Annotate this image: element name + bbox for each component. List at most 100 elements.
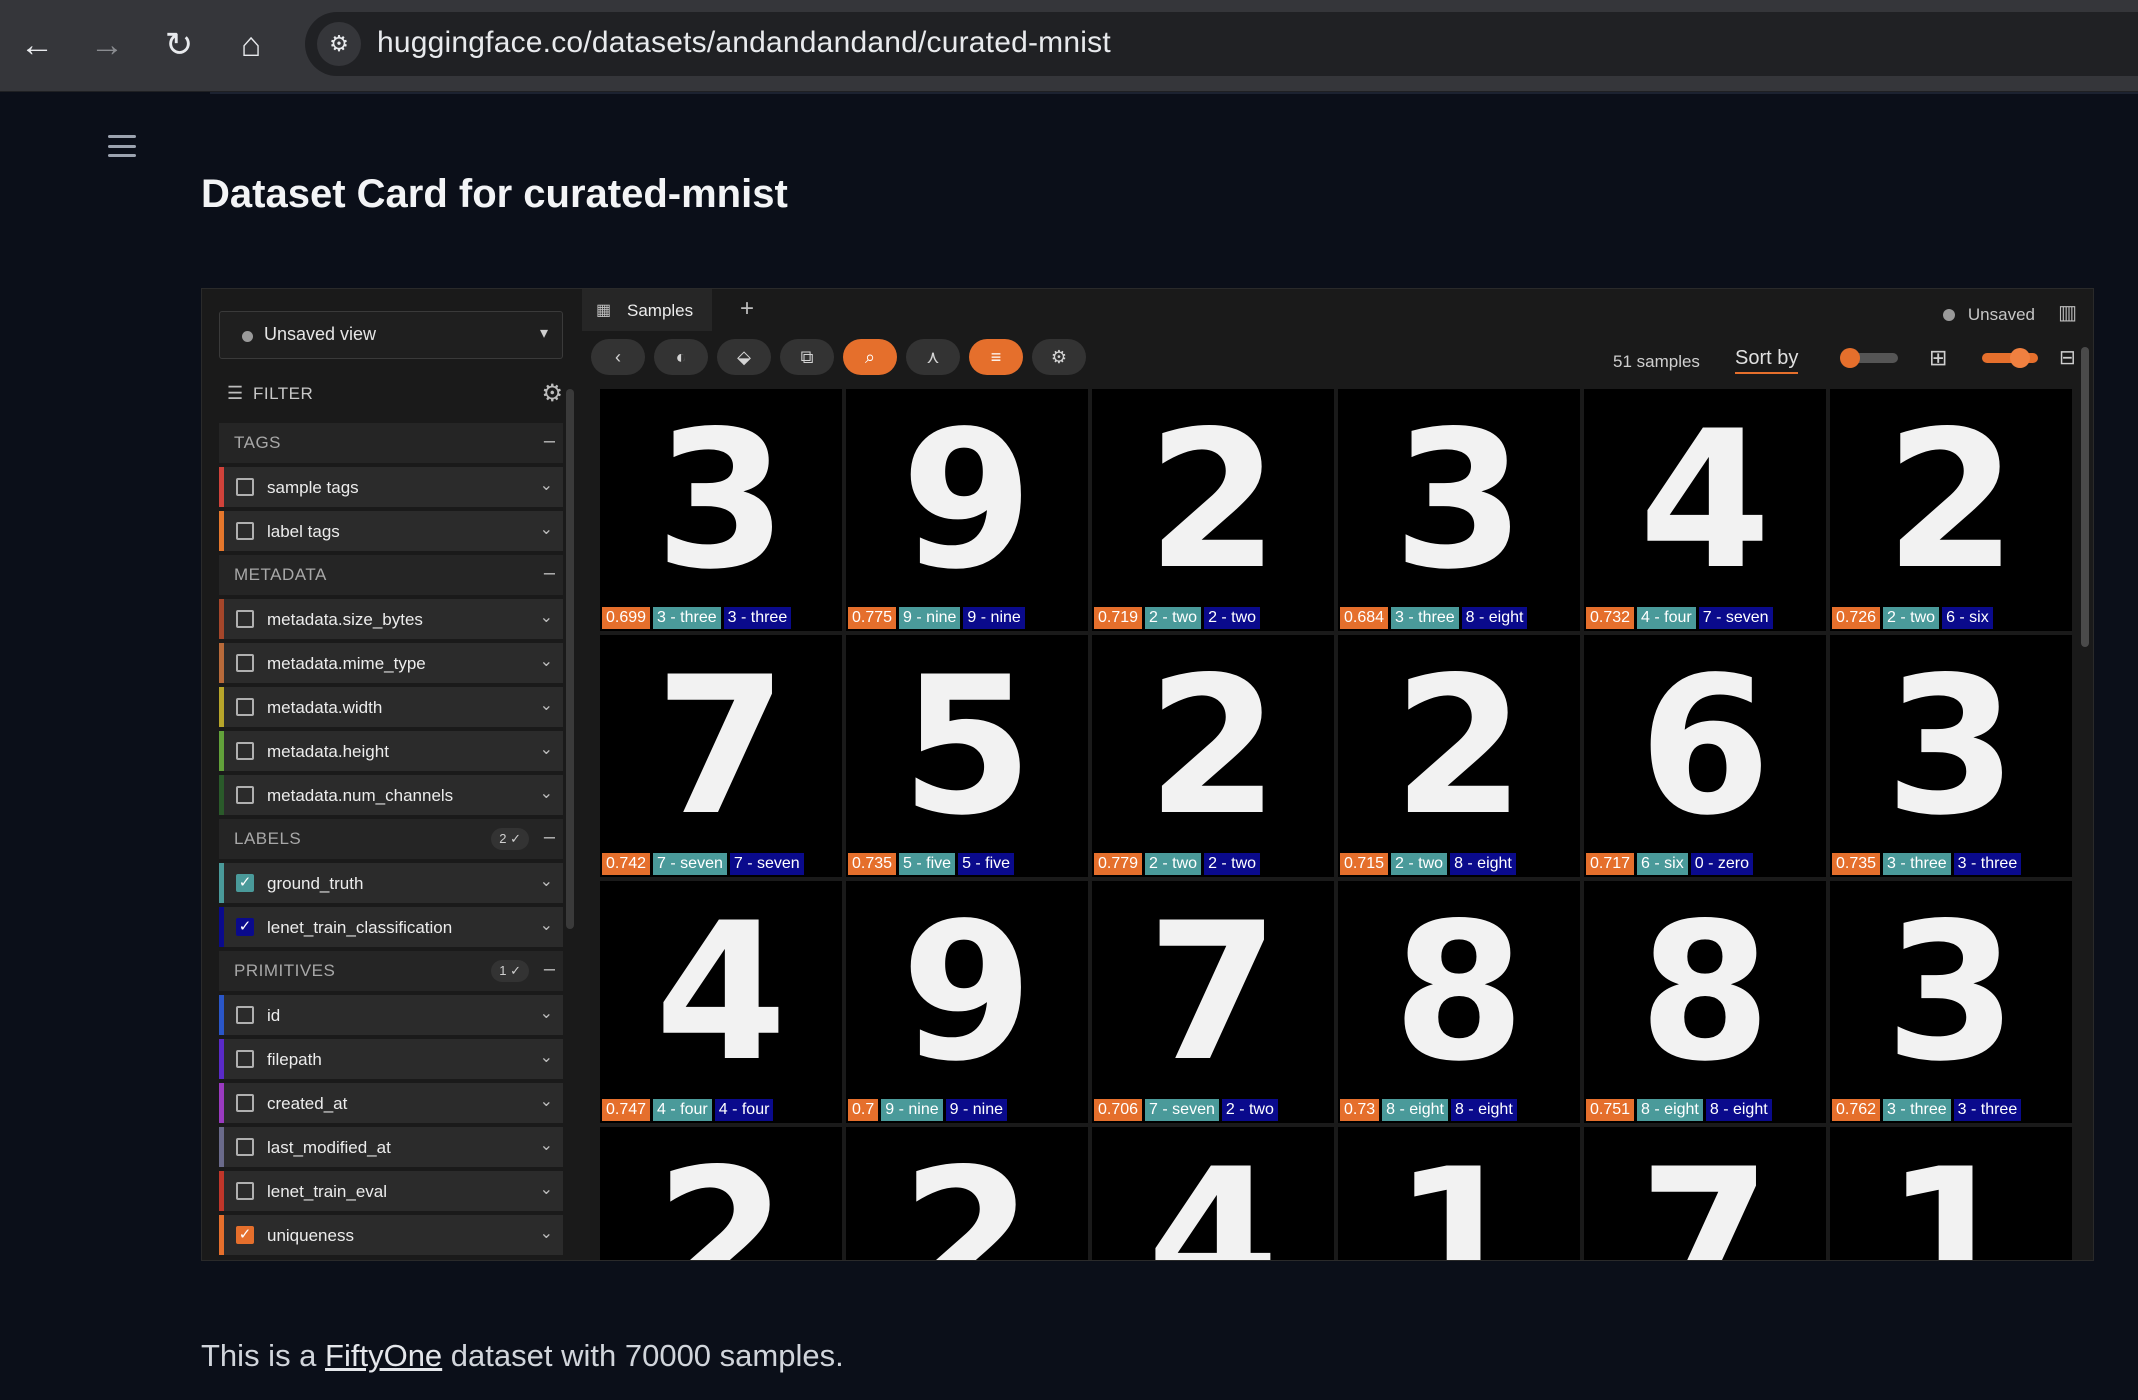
tab-samples[interactable]: ▦ Samples [582, 289, 712, 331]
checkbox[interactable] [236, 610, 254, 628]
chevron-down-icon[interactable]: ⌄ [540, 871, 553, 891]
search-icon[interactable]: ⌕ [843, 339, 897, 375]
chevron-down-icon[interactable]: ⌄ [540, 1223, 553, 1243]
chevron-down-icon[interactable]: ⌄ [540, 695, 553, 715]
checkbox[interactable] [236, 698, 254, 716]
home-icon[interactable]: ⌂ [226, 20, 276, 70]
sample-tile[interactable]: 1 [1830, 1127, 2072, 1260]
chevron-down-icon[interactable]: ⌄ [540, 783, 553, 803]
sample-tile[interactable]: 2 0.726 2 - two 6 - six [1830, 389, 2072, 631]
chevron-down-icon[interactable]: ⌄ [540, 1091, 553, 1111]
field-row[interactable]: ✓ uniqueness ⌄ [219, 1215, 563, 1255]
checkbox[interactable] [236, 1094, 254, 1112]
chevron-down-icon[interactable]: ⌄ [540, 1047, 553, 1067]
sample-tile[interactable]: 6 0.717 6 - six 0 - zero [1584, 635, 1826, 877]
chevron-down-icon[interactable]: ⌄ [540, 475, 553, 495]
checkbox-checked[interactable]: ✓ [236, 874, 254, 892]
field-row[interactable]: lenet_train_eval ⌄ [219, 1171, 563, 1211]
field-row[interactable]: created_at ⌄ [219, 1083, 563, 1123]
checkbox[interactable] [236, 1182, 254, 1200]
checkbox[interactable] [236, 742, 254, 760]
chevron-down-icon[interactable]: ⌄ [540, 651, 553, 671]
chevron-down-icon[interactable]: ⌄ [540, 1179, 553, 1199]
chevron-down-icon[interactable]: ⌄ [540, 1135, 553, 1155]
field-row[interactable]: filepath ⌄ [219, 1039, 563, 1079]
field-row[interactable]: sample tags ⌄ [219, 467, 563, 507]
field-row[interactable]: id ⌄ [219, 995, 563, 1035]
checkbox[interactable] [236, 786, 254, 804]
sample-tile[interactable]: 2 0.715 2 - two 8 - eight [1338, 635, 1580, 877]
checkbox-checked[interactable]: ✓ [236, 1226, 254, 1244]
url-text[interactable]: huggingface.co/datasets/andandandand/cur… [377, 26, 1111, 60]
sample-tile[interactable]: 7 0.742 7 - seven 7 - seven [600, 635, 842, 877]
sample-tile[interactable]: 9 0.7 9 - nine 9 - nine [846, 881, 1088, 1123]
sample-tile[interactable]: 7 [1584, 1127, 1826, 1260]
checkbox[interactable] [236, 1006, 254, 1024]
sample-tile[interactable]: 3 0.699 3 - three 3 - three [600, 389, 842, 631]
sample-tile[interactable]: 3 0.684 3 - three 8 - eight [1338, 389, 1580, 631]
sample-tile[interactable]: 9 0.775 9 - nine 9 - nine [846, 389, 1088, 631]
back-arrow-icon[interactable]: ‹ [591, 339, 645, 375]
field-row[interactable]: metadata.size_bytes ⌄ [219, 599, 563, 639]
sample-tile[interactable]: 8 0.73 8 - eight 8 - eight [1338, 881, 1580, 1123]
field-row[interactable]: ✓ ground_truth ⌄ [219, 863, 563, 903]
sample-tile[interactable]: 4 [1092, 1127, 1334, 1260]
list-icon[interactable]: ≡ [969, 339, 1023, 375]
checkbox-checked[interactable]: ✓ [236, 918, 254, 936]
grid-scrollbar[interactable] [2081, 347, 2089, 647]
sample-tile[interactable]: 2 [846, 1127, 1088, 1260]
gear-icon[interactable]: ⚙ [541, 379, 563, 408]
checkbox[interactable] [236, 1050, 254, 1068]
section-header[interactable]: METADATA – [219, 555, 563, 595]
collapse-icon[interactable]: – [544, 562, 555, 585]
tag-icon[interactable]: ⬙ [717, 339, 771, 375]
grid-view-icon[interactable]: ⊞ [1929, 345, 1947, 371]
sample-tile[interactable]: 4 0.732 4 - four 7 - seven [1584, 389, 1826, 631]
address-bar[interactable]: ⚙ huggingface.co/datasets/andandandand/c… [305, 12, 2138, 76]
chevron-down-icon[interactable]: ⌄ [540, 607, 553, 627]
chevron-down-icon[interactable]: ⌄ [540, 915, 553, 935]
back-icon[interactable]: ← [12, 20, 62, 70]
reload-icon[interactable]: ↻ [154, 20, 204, 70]
field-row[interactable]: metadata.height ⌄ [219, 731, 563, 771]
sample-tile[interactable]: 1 [1338, 1127, 1580, 1260]
chevron-down-icon[interactable]: ⌄ [540, 739, 553, 759]
section-header[interactable]: TAGS – [219, 423, 563, 463]
collapse-icon[interactable]: – [544, 958, 555, 981]
chevron-down-icon[interactable]: ⌄ [540, 1003, 553, 1023]
patches-icon[interactable]: ⧉ [780, 339, 834, 375]
section-header[interactable]: LABELS 2 ✓ – [219, 819, 563, 859]
field-row[interactable]: ✓ lenet_train_classification ⌄ [219, 907, 563, 947]
checkbox[interactable] [236, 522, 254, 540]
merge-icon[interactable]: ⋏ [906, 339, 960, 375]
site-info-icon[interactable]: ⚙ [317, 22, 361, 66]
field-row[interactable]: label tags ⌄ [219, 511, 563, 551]
zoom-slider[interactable] [1982, 348, 2038, 368]
sample-tile[interactable]: 8 0.751 8 - eight 8 - eight [1584, 881, 1826, 1123]
chevron-down-icon[interactable]: ⌄ [540, 519, 553, 539]
sample-tile[interactable]: 5 0.735 5 - five 5 - five [846, 635, 1088, 877]
checkbox[interactable] [236, 1138, 254, 1156]
sidebar-scrollbar[interactable] [566, 389, 574, 929]
sort-by-button[interactable]: Sort by [1735, 347, 1799, 374]
field-row[interactable]: metadata.mime_type ⌄ [219, 643, 563, 683]
sample-tile[interactable]: 3 0.762 3 - three 3 - three [1830, 881, 2072, 1123]
label-toggle-slider[interactable] [1840, 348, 1898, 368]
palette-icon[interactable]: ◐ [654, 339, 708, 375]
view-selector[interactable]: Unsaved view ▾ [219, 311, 563, 359]
fiftyone-link[interactable]: FiftyOne [325, 1338, 442, 1373]
layout-icon[interactable]: ▥ [2058, 300, 2077, 325]
checkbox[interactable] [236, 478, 254, 496]
section-header[interactable]: PRIMITIVES 1 ✓ – [219, 951, 563, 991]
sample-tile[interactable]: 4 0.747 4 - four 4 - four [600, 881, 842, 1123]
forward-icon[interactable]: → [82, 20, 132, 70]
collapse-icon[interactable]: – [544, 430, 555, 453]
expand-icon[interactable]: ⊟ [2059, 345, 2076, 370]
add-tab-button[interactable]: + [740, 295, 754, 323]
sample-tile[interactable]: 2 0.719 2 - two 2 - two [1092, 389, 1334, 631]
sample-tile[interactable]: 2 0.779 2 - two 2 - two [1092, 635, 1334, 877]
menu-icon[interactable] [108, 135, 136, 157]
sample-tile[interactable]: 3 0.735 3 - three 3 - three [1830, 635, 2072, 877]
field-row[interactable]: last_modified_at ⌄ [219, 1127, 563, 1167]
settings-icon[interactable]: ⚙ [1032, 339, 1086, 375]
